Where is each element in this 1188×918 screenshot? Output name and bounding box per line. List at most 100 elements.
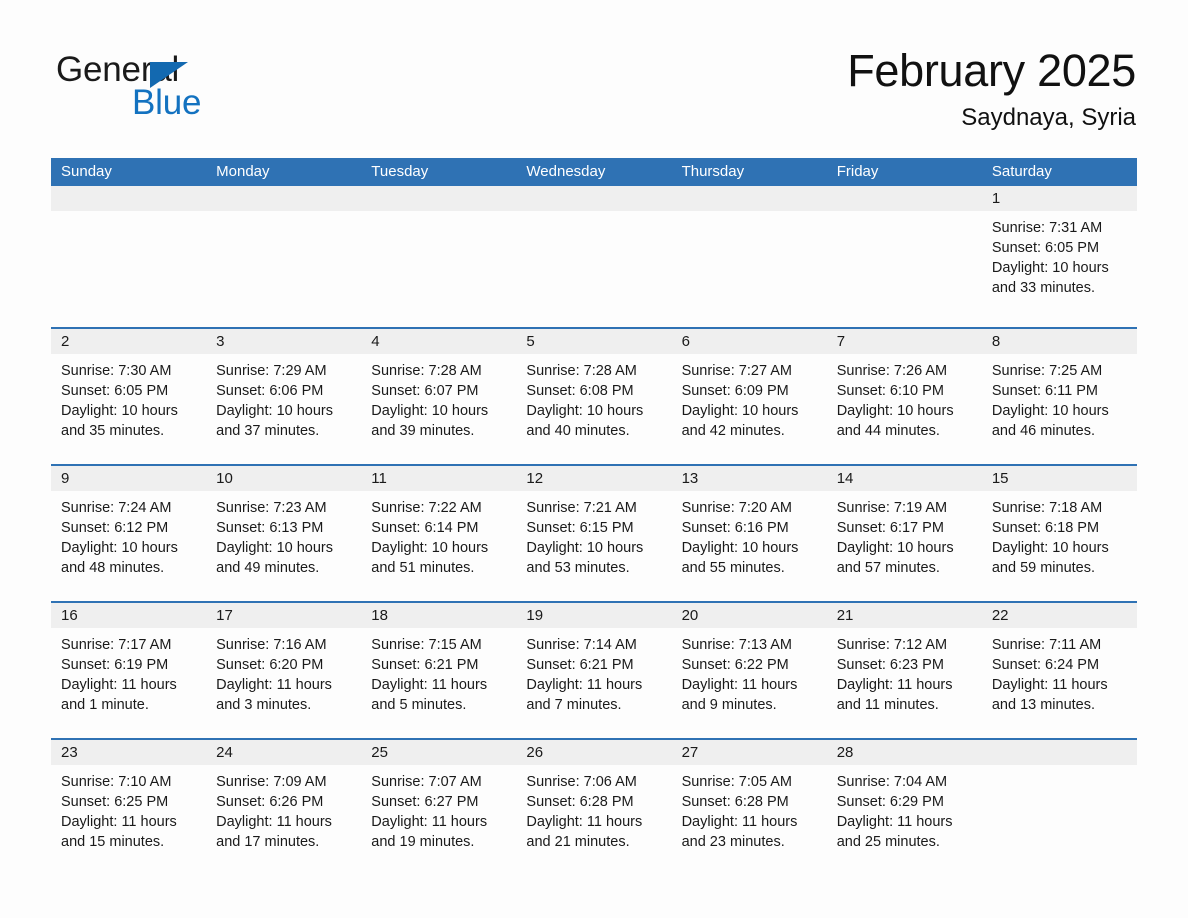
daylight-text: Daylight: 11 hours and 17 minutes. bbox=[216, 814, 332, 850]
day-cell[interactable]: 20 Sunrise: 7:13 AM Sunset: 6:22 PM Dayligh… bbox=[671, 603, 827, 730]
day-number bbox=[361, 186, 517, 211]
sunrise-text: Sunrise: 7:04 AM bbox=[836, 774, 948, 790]
day-cell[interactable]: 26 Sunrise: 7:06 AM Sunset: 6:28 PM Dayligh… bbox=[516, 740, 672, 868]
day-cell[interactable]: 4 Sunrise: 7:28 AM Sunset: 6:07 PM Daylight… bbox=[361, 329, 517, 456]
sunrise-text: Sunrise: 7:12 AM bbox=[836, 637, 948, 653]
day-number: 10 bbox=[206, 466, 362, 491]
sunrise-text: Sunrise: 7:17 AM bbox=[61, 637, 172, 653]
day-number: 15 bbox=[981, 466, 1137, 491]
day-cell[interactable]: 18 Sunrise: 7:15 AM Sunset: 6:21 PM Dayligh… bbox=[361, 603, 517, 730]
day-details: Sunrise: 7:29 AM Sunset: 6:06 PM Daylight:… bbox=[206, 354, 361, 441]
day-details: Sunrise: 7:26 AM Sunset: 6:10 PM Daylight:… bbox=[827, 354, 982, 441]
day-cell[interactable]: 6 Sunrise: 7:27 AM Sunset: 6:09 PM Daylight… bbox=[671, 329, 827, 456]
day-cell[interactable]: 10 Sunrise: 7:23 AM Sunset: 6:13 PM Dayligh… bbox=[206, 466, 362, 593]
day-cell[interactable]: 3 Sunrise: 7:29 AM Sunset: 6:06 PM Daylight… bbox=[206, 329, 362, 456]
day-number: 9 bbox=[51, 466, 207, 491]
day-cell[interactable]: 14 Sunrise: 7:19 AM Sunset: 6:17 PM Dayligh… bbox=[826, 466, 982, 593]
sunrise-text: Sunrise: 7:31 AM bbox=[991, 220, 1103, 236]
day-cell[interactable]: 12 Sunrise: 7:21 AM Sunset: 6:15 PM Dayligh… bbox=[516, 466, 672, 593]
day-details: Sunrise: 7:20 AM Sunset: 6:16 PM Daylight:… bbox=[672, 491, 827, 578]
day-details: Sunrise: 7:27 AM Sunset: 6:09 PM Daylight:… bbox=[672, 354, 827, 441]
weekday-header-monday: Monday bbox=[216, 163, 270, 180]
sunrise-text: Sunrise: 7:07 AM bbox=[371, 774, 482, 790]
day-details: Sunrise: 7:05 AM Sunset: 6:28 PM Daylight:… bbox=[672, 765, 827, 852]
day-number: 11 bbox=[361, 466, 517, 491]
day-cell[interactable]: 16 Sunrise: 7:17 AM Sunset: 6:19 PM Dayligh… bbox=[51, 603, 207, 730]
day-number: 6 bbox=[671, 329, 827, 354]
sunset-text: Sunset: 6:27 PM bbox=[371, 794, 479, 810]
day-cell[interactable]: 8 Sunrise: 7:25 AM Sunset: 6:11 PM Daylight… bbox=[981, 329, 1137, 456]
sunset-text: Sunset: 6:26 PM bbox=[216, 794, 324, 810]
sunrise-text: Sunrise: 7:30 AM bbox=[61, 363, 172, 379]
day-cell-empty bbox=[671, 186, 827, 319]
day-cell[interactable]: 27 Sunrise: 7:05 AM Sunset: 6:28 PM Dayligh… bbox=[671, 740, 827, 868]
daylight-text: Daylight: 10 hours and 55 minutes. bbox=[681, 540, 799, 576]
sunset-text: Sunset: 6:23 PM bbox=[836, 657, 944, 673]
daylight-text: Daylight: 10 hours and 33 minutes. bbox=[991, 260, 1109, 296]
day-cell[interactable]: 11 Sunrise: 7:22 AM Sunset: 6:14 PM Dayligh… bbox=[361, 466, 517, 593]
sunrise-text: Sunrise: 7:25 AM bbox=[991, 363, 1103, 379]
sunrise-text: Sunrise: 7:21 AM bbox=[526, 500, 637, 516]
daylight-text: Daylight: 11 hours and 5 minutes. bbox=[371, 677, 488, 713]
week-row: 2 Sunrise: 7:30 AM Sunset: 6:05 PM Daylight… bbox=[51, 327, 1137, 456]
sunset-text: Sunset: 6:13 PM bbox=[216, 520, 324, 536]
week-row: 9 Sunrise: 7:24 AM Sunset: 6:12 PM Daylight… bbox=[51, 464, 1137, 593]
daylight-text: Daylight: 11 hours and 1 minute. bbox=[61, 677, 177, 713]
day-cell[interactable]: 5 Sunrise: 7:28 AM Sunset: 6:08 PM Daylight… bbox=[516, 329, 672, 456]
day-number bbox=[826, 186, 982, 211]
sunrise-text: Sunrise: 7:06 AM bbox=[526, 774, 637, 790]
generalblue-logo[interactable]: General Blue bbox=[56, 52, 276, 130]
day-number bbox=[51, 186, 207, 211]
day-cell[interactable]: 25 Sunrise: 7:07 AM Sunset: 6:27 PM Dayligh… bbox=[361, 740, 517, 868]
daylight-text: Daylight: 10 hours and 44 minutes. bbox=[836, 403, 954, 439]
day-cell[interactable]: 17 Sunrise: 7:16 AM Sunset: 6:20 PM Dayligh… bbox=[206, 603, 362, 730]
day-details: Sunrise: 7:23 AM Sunset: 6:13 PM Daylight:… bbox=[206, 491, 361, 578]
sunset-text: Sunset: 6:11 PM bbox=[991, 383, 1098, 399]
day-cell-empty bbox=[981, 740, 1137, 868]
day-cell[interactable]: 22 Sunrise: 7:11 AM Sunset: 6:24 PM Dayligh… bbox=[981, 603, 1137, 730]
day-cell-empty bbox=[516, 186, 672, 319]
daylight-text: Daylight: 11 hours and 15 minutes. bbox=[61, 814, 177, 850]
day-cell[interactable]: 21 Sunrise: 7:12 AM Sunset: 6:23 PM Dayligh… bbox=[826, 603, 982, 730]
day-details: Sunrise: 7:11 AM Sunset: 6:24 PM Daylight:… bbox=[982, 628, 1137, 715]
day-number: 4 bbox=[361, 329, 517, 354]
day-number: 23 bbox=[51, 740, 207, 765]
day-cell[interactable]: 2 Sunrise: 7:30 AM Sunset: 6:05 PM Daylight… bbox=[51, 329, 207, 456]
day-number: 12 bbox=[516, 466, 672, 491]
daylight-text: Daylight: 11 hours and 13 minutes. bbox=[991, 677, 1108, 713]
sunset-text: Sunset: 6:09 PM bbox=[681, 383, 789, 399]
sunrise-text: Sunrise: 7:24 AM bbox=[61, 500, 172, 516]
day-number: 3 bbox=[206, 329, 362, 354]
day-cell[interactable]: 19 Sunrise: 7:14 AM Sunset: 6:21 PM Dayligh… bbox=[516, 603, 672, 730]
calendar-page: General Blue February 2025 Saydnaya, Syr… bbox=[0, 0, 1188, 918]
day-cell[interactable]: 9 Sunrise: 7:24 AM Sunset: 6:12 PM Daylight… bbox=[51, 466, 207, 593]
sunrise-text: Sunrise: 7:27 AM bbox=[681, 363, 792, 379]
weekday-header-friday: Friday bbox=[836, 163, 879, 180]
day-cell[interactable]: 23 Sunrise: 7:10 AM Sunset: 6:25 PM Dayligh… bbox=[51, 740, 207, 868]
day-cell[interactable]: 24 Sunrise: 7:09 AM Sunset: 6:26 PM Dayligh… bbox=[206, 740, 362, 868]
day-number bbox=[516, 186, 672, 211]
day-details: Sunrise: 7:16 AM Sunset: 6:20 PM Daylight:… bbox=[206, 628, 361, 715]
sunset-text: Sunset: 6:21 PM bbox=[371, 657, 479, 673]
day-number: 22 bbox=[981, 603, 1137, 628]
weekday-header-thursday: Thursday bbox=[681, 163, 745, 180]
day-number: 2 bbox=[51, 329, 207, 354]
day-cell[interactable]: 13 Sunrise: 7:20 AM Sunset: 6:16 PM Dayligh… bbox=[671, 466, 827, 593]
day-cell[interactable]: 1 Sunrise: 7:31 AM Sunset: 6:05 PM Daylight… bbox=[981, 186, 1137, 319]
sunrise-text: Sunrise: 7:19 AM bbox=[836, 500, 948, 516]
day-cell[interactable]: 28 Sunrise: 7:04 AM Sunset: 6:29 PM Dayligh… bbox=[826, 740, 982, 868]
page-title: February 2025 bbox=[847, 45, 1136, 96]
sunset-text: Sunset: 6:28 PM bbox=[526, 794, 634, 810]
day-cell[interactable]: 15 Sunrise: 7:18 AM Sunset: 6:18 PM Dayligh… bbox=[981, 466, 1137, 593]
week-row: 23 Sunrise: 7:10 AM Sunset: 6:25 PM Dayligh… bbox=[51, 738, 1137, 868]
sunset-text: Sunset: 6:20 PM bbox=[216, 657, 324, 673]
day-details: Sunrise: 7:14 AM Sunset: 6:21 PM Daylight:… bbox=[516, 628, 671, 715]
day-details: Sunrise: 7:12 AM Sunset: 6:23 PM Daylight:… bbox=[827, 628, 982, 715]
daylight-text: Daylight: 11 hours and 11 minutes. bbox=[836, 677, 953, 713]
day-details: Sunrise: 7:10 AM Sunset: 6:25 PM Daylight:… bbox=[51, 765, 206, 852]
location-subtitle: Saydnaya, Syria bbox=[961, 104, 1136, 132]
week-row: 16 Sunrise: 7:17 AM Sunset: 6:19 PM Dayligh… bbox=[51, 601, 1137, 730]
sunset-text: Sunset: 6:14 PM bbox=[371, 520, 479, 536]
sunset-text: Sunset: 6:15 PM bbox=[526, 520, 634, 536]
day-cell[interactable]: 7 Sunrise: 7:26 AM Sunset: 6:10 PM Daylight… bbox=[826, 329, 982, 456]
